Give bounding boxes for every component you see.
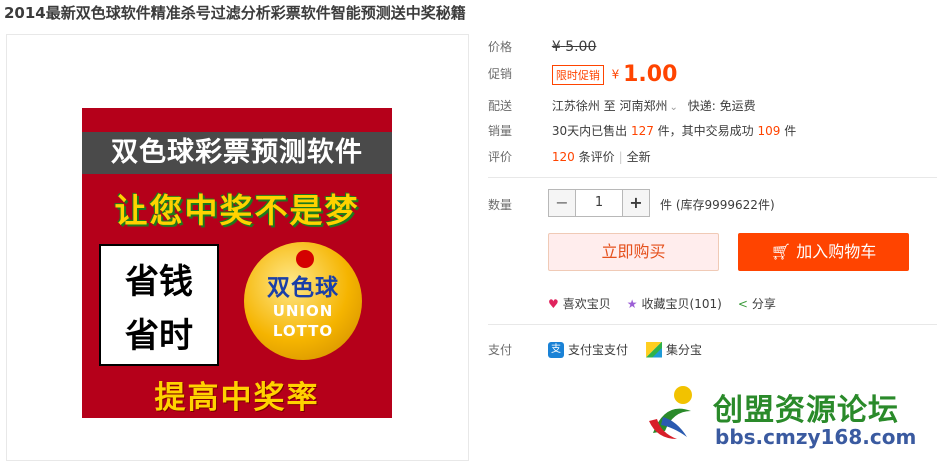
- like-item-label: 喜欢宝贝: [562, 297, 611, 311]
- stock-info: 件 (库存9999622件): [660, 198, 775, 212]
- sales-label: 销量: [488, 124, 513, 138]
- reviews-count[interactable]: 120: [552, 150, 575, 164]
- decrease-button[interactable]: −: [549, 190, 575, 216]
- sales-mid: 件，其中交易成功: [657, 124, 754, 138]
- quantity-stepper[interactable]: − 1 +: [548, 189, 650, 217]
- product-image[interactable]: 双色球彩票预测软件 让您中奖不是梦 省钱 省时 双色球 UNION LOTTO …: [82, 108, 392, 418]
- item-actions: ♥ 喜欢宝贝 ★ 收藏宝贝(101) < 分享: [548, 295, 776, 312]
- like-item-button[interactable]: ♥ 喜欢宝贝: [548, 295, 611, 312]
- reviews-extra: 全新: [626, 150, 651, 164]
- alipay-icon: 支: [548, 341, 564, 358]
- favorite-item-button[interactable]: ★ 收藏宝贝(101): [627, 295, 722, 312]
- quantity-label: 数量: [488, 198, 513, 212]
- original-price-currency: ¥: [551, 39, 561, 55]
- promotion-label: 促销: [488, 67, 513, 81]
- watermark-name: 创盟资源论坛: [713, 393, 899, 428]
- cart-icon: 🛒︎: [770, 242, 792, 261]
- add-to-cart-label: 加入购物车: [796, 242, 877, 261]
- promotion-tag: 限时促销: [551, 64, 604, 85]
- promo-box-line-2: 省时: [125, 316, 193, 356]
- alipay-option[interactable]: 支 支付宝支付: [548, 341, 628, 358]
- promo-line-1: 双色球彩票预测软件: [111, 137, 363, 168]
- alipay-label: 支付宝支付: [568, 343, 629, 357]
- delivery-express: 快递: 免运费: [687, 99, 756, 113]
- watermark: 创盟资源论坛 bbs.cmzy168.com: [643, 381, 937, 461]
- delivery-destination[interactable]: 河南郑州: [620, 99, 668, 113]
- lottery-logo: 双色球 UNION LOTTO: [244, 242, 362, 360]
- favorite-item-label: 收藏宝贝(101): [641, 297, 722, 311]
- lottery-logo-en-1: UNION: [272, 302, 334, 320]
- delivery-from: 江苏徐州: [551, 99, 600, 113]
- chevron-down-icon[interactable]: ⌄: [670, 102, 678, 113]
- add-to-cart-button[interactable]: 🛒︎ 加入购物车: [738, 233, 909, 271]
- quantity-row: 数量: [488, 196, 548, 213]
- reviews-divider: |: [618, 150, 623, 164]
- jfb-label: 集分宝: [666, 343, 703, 357]
- price-label: 价格: [488, 40, 513, 54]
- share-label: 分享: [751, 297, 776, 311]
- lottery-logo-en-2: LOTTO: [272, 322, 334, 340]
- promotion-row: 促销 限时促销 ¥ 1.00: [488, 62, 677, 87]
- actions-divider: [488, 324, 937, 325]
- sales-sold-count: 127: [630, 124, 654, 138]
- info-divider: [488, 177, 937, 178]
- forum-logo-icon: [649, 386, 692, 439]
- buy-now-button[interactable]: 立即购买: [548, 233, 719, 271]
- jfb-option[interactable]: 集分宝: [646, 341, 702, 358]
- original-price-value: 5.00: [565, 39, 597, 55]
- delivery-row: 配送 江苏徐州 至 河南郑州 ⌄ 快递: 免运费: [488, 97, 756, 114]
- sales-suffix: 件: [784, 124, 797, 138]
- lottery-logo-cn: 双色球: [267, 275, 339, 301]
- promo-line-2: 让您中奖不是梦: [114, 191, 360, 230]
- promo-box-line-1: 省钱: [125, 262, 193, 302]
- increase-button[interactable]: +: [623, 190, 649, 216]
- payment-row: 支付 支 支付宝支付 集分宝: [488, 341, 720, 358]
- share-button[interactable]: < 分享: [738, 295, 776, 312]
- original-price: ¥ 5.00: [552, 39, 597, 55]
- heart-icon: ♥: [548, 296, 559, 311]
- product-title: 2014最新双色球软件精准杀号过滤分析彩票软件智能预测送中奖秘籍: [4, 4, 466, 22]
- lottery-logo-emblem: [296, 250, 314, 268]
- delivery-to-word: 至: [603, 99, 616, 113]
- reviews-row: 评价 120 条评价 | 全新: [488, 148, 651, 165]
- reviews-unit[interactable]: 条评价: [579, 150, 615, 164]
- star-icon: ★: [626, 296, 638, 311]
- reviews-label: 评价: [488, 150, 513, 164]
- promotion-currency: ¥: [611, 67, 620, 82]
- quantity-input[interactable]: 1: [575, 190, 623, 216]
- jfb-icon: [646, 341, 663, 358]
- watermark-url: bbs.cmzy168.com: [715, 425, 917, 449]
- sales-row: 销量 30天内已售出 127 件，其中交易成功 109 件: [488, 122, 796, 139]
- price-row: 价格 ¥ 5.00: [488, 38, 596, 55]
- payment-label: 支付: [488, 343, 513, 357]
- sales-prefix: 30天内已售出: [551, 124, 628, 138]
- promotion-price: 1.00: [623, 62, 678, 87]
- promo-line-3: 提高中奖率: [154, 380, 320, 416]
- share-icon: <: [737, 296, 748, 311]
- delivery-label: 配送: [488, 99, 513, 113]
- promo-box: 省钱 省时: [99, 244, 219, 366]
- sales-success-count: 109: [757, 124, 781, 138]
